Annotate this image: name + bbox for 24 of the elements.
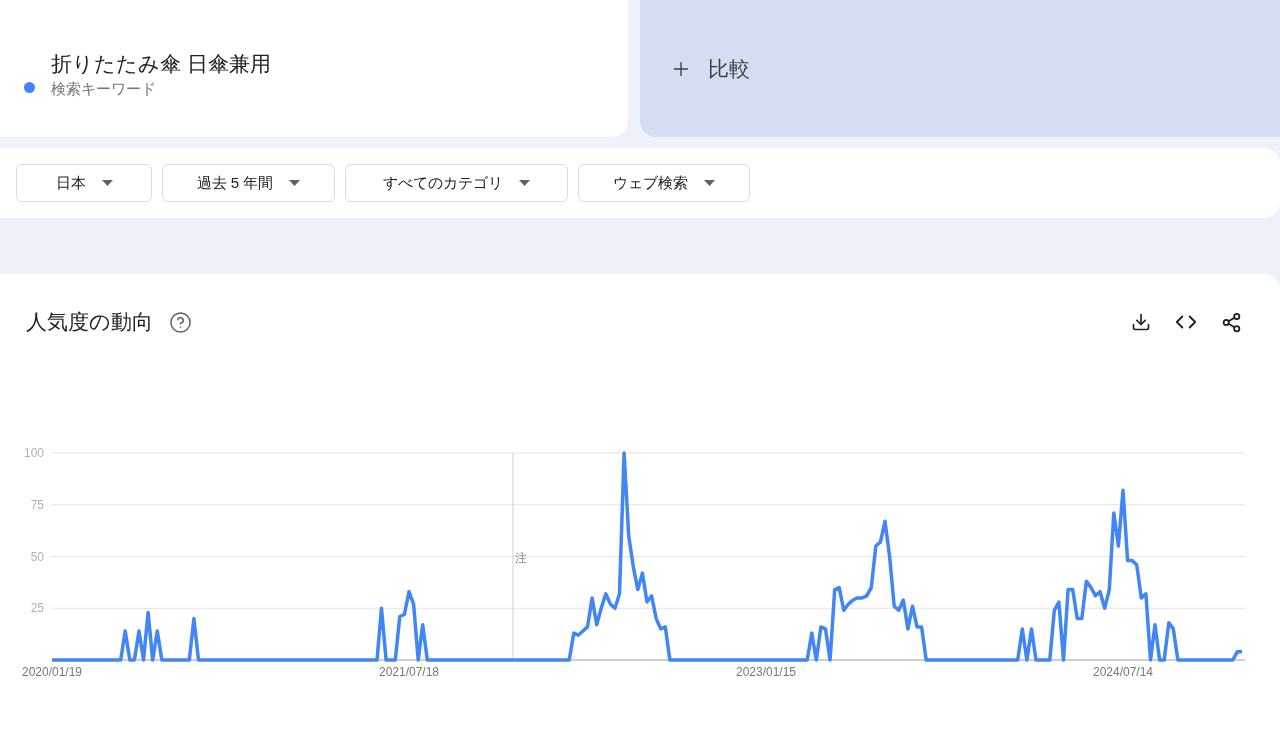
y-axis-label: 75	[30, 497, 44, 512]
help-icon[interactable]	[169, 310, 192, 334]
filter-dropdown[interactable]: 過去 5 年間	[162, 164, 335, 202]
annotation-label[interactable]: 注	[515, 550, 527, 565]
filter-dropdown[interactable]: 日本	[16, 164, 152, 202]
search-term-title[interactable]: 折りたたみ傘 日傘兼用	[51, 50, 271, 79]
x-axis-label: 2020/01/19	[21, 665, 83, 679]
download-icon[interactable]	[1131, 312, 1151, 332]
x-axis-label: 2023/01/15	[735, 665, 797, 679]
search-term-type: 検索キーワード	[51, 79, 157, 100]
chart-title: 人気度の動向	[26, 309, 153, 336]
compare-button[interactable]: 比較	[640, 0, 1280, 137]
caret-icon	[101, 179, 113, 187]
y-axis-label: 100	[23, 446, 44, 460]
caret-icon	[289, 179, 301, 187]
caret-icon	[519, 179, 530, 187]
share-icon[interactable]	[1221, 311, 1242, 333]
filter-dropdown[interactable]: ウェブ検索	[578, 164, 750, 202]
x-axis-label: 2021/07/18	[378, 665, 440, 679]
y-axis-label: 50	[30, 549, 44, 564]
x-axis-label: 2024/07/14	[1092, 665, 1154, 679]
caret-icon	[704, 179, 715, 187]
filter-dropdown[interactable]: すべてのカテゴリ	[345, 164, 568, 202]
y-axis-label: 25	[30, 601, 44, 616]
